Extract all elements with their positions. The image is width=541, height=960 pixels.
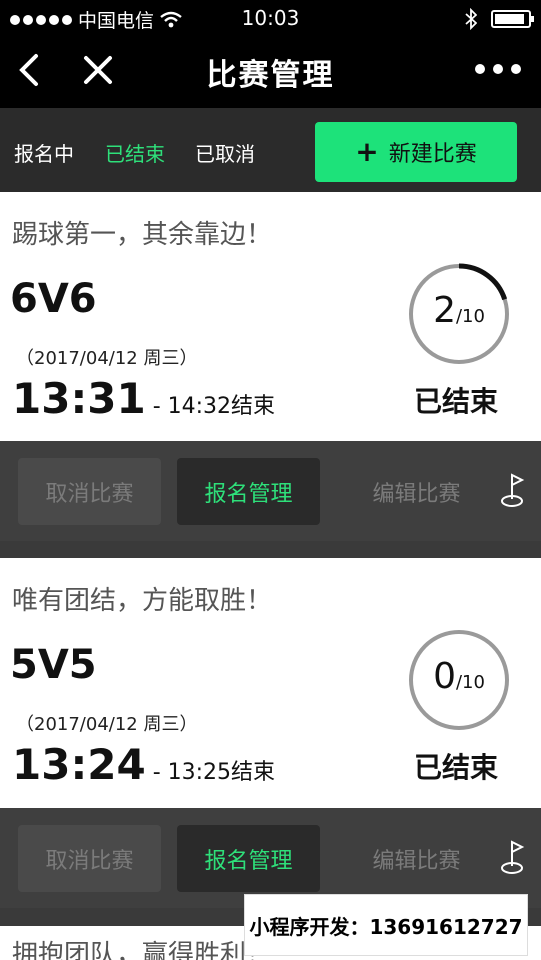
more-icon[interactable]: [475, 64, 521, 74]
start-time: 13:31: [12, 374, 146, 423]
plus-icon: +: [355, 135, 379, 168]
registered-count: 2: [433, 290, 456, 331]
capacity: /10: [455, 672, 485, 693]
golf-flag-icon[interactable]: [496, 838, 528, 878]
match-card[interactable]: 踢球第一，其余靠边！ 6V6 （2017/04/12 周三） 13:31 - 1…: [0, 192, 541, 441]
capacity: /10: [455, 306, 485, 327]
tab-bar: 报名中 已结束 已取消 + 新建比赛: [0, 108, 541, 192]
signup-management-button[interactable]: 报名管理: [177, 458, 320, 525]
match-time: 13:31 - 14:32结束: [12, 374, 275, 423]
match-slogan: 踢球第一，其余靠边！: [12, 220, 273, 250]
end-time: - 13:25结束: [145, 760, 276, 785]
edit-match-button[interactable]: 编辑比赛: [345, 458, 488, 525]
registration-progress-ring: 2/10: [407, 262, 511, 366]
battery-icon: [491, 10, 534, 28]
tab-finished[interactable]: 已结束: [105, 138, 165, 167]
status-bar: 中国电信 10:03: [0, 0, 541, 36]
registered-count: 0: [433, 656, 456, 697]
tab-cancelled[interactable]: 已取消: [195, 138, 255, 167]
match-date: （2017/04/12 周三）: [16, 714, 198, 735]
tab-registering[interactable]: 报名中: [14, 138, 74, 167]
cancel-match-button[interactable]: 取消比赛: [18, 458, 161, 525]
promo-banner: 小程序开发：13691612727: [244, 894, 528, 956]
match-date: （2017/04/12 周三）: [16, 348, 198, 369]
match-slogan: 拥抱团队，赢得胜利！: [12, 940, 273, 960]
match-card[interactable]: 唯有团结，方能取胜！ 5V5 （2017/04/12 周三） 13:24 - 1…: [0, 558, 541, 808]
back-icon[interactable]: [14, 50, 44, 90]
cancel-match-button[interactable]: 取消比赛: [18, 825, 161, 892]
match-actions: 取消比赛 报名管理 编辑比赛: [0, 808, 541, 908]
match-actions: 取消比赛 报名管理 编辑比赛: [0, 441, 541, 541]
status-label: 已结束: [414, 751, 499, 784]
new-match-button[interactable]: + 新建比赛: [315, 122, 517, 182]
golf-flag-icon[interactable]: [496, 471, 528, 511]
bluetooth-icon: [465, 8, 477, 30]
match-format: 6V6: [10, 276, 97, 322]
clock: 10:03: [241, 6, 300, 30]
new-match-label: 新建比赛: [388, 142, 477, 167]
nav-bar: 比赛管理: [0, 36, 541, 108]
status-label: 已结束: [414, 385, 499, 418]
signup-management-button[interactable]: 报名管理: [177, 825, 320, 892]
end-time: - 14:32结束: [145, 394, 276, 419]
match-format: 5V5: [10, 642, 97, 688]
start-time: 13:24: [12, 740, 146, 789]
match-slogan: 唯有团结，方能取胜！: [12, 586, 273, 616]
registration-progress-ring: 0/10: [407, 628, 511, 732]
match-time: 13:24 - 13:25结束: [12, 740, 275, 789]
close-icon[interactable]: [80, 48, 116, 92]
edit-match-button[interactable]: 编辑比赛: [345, 825, 488, 892]
